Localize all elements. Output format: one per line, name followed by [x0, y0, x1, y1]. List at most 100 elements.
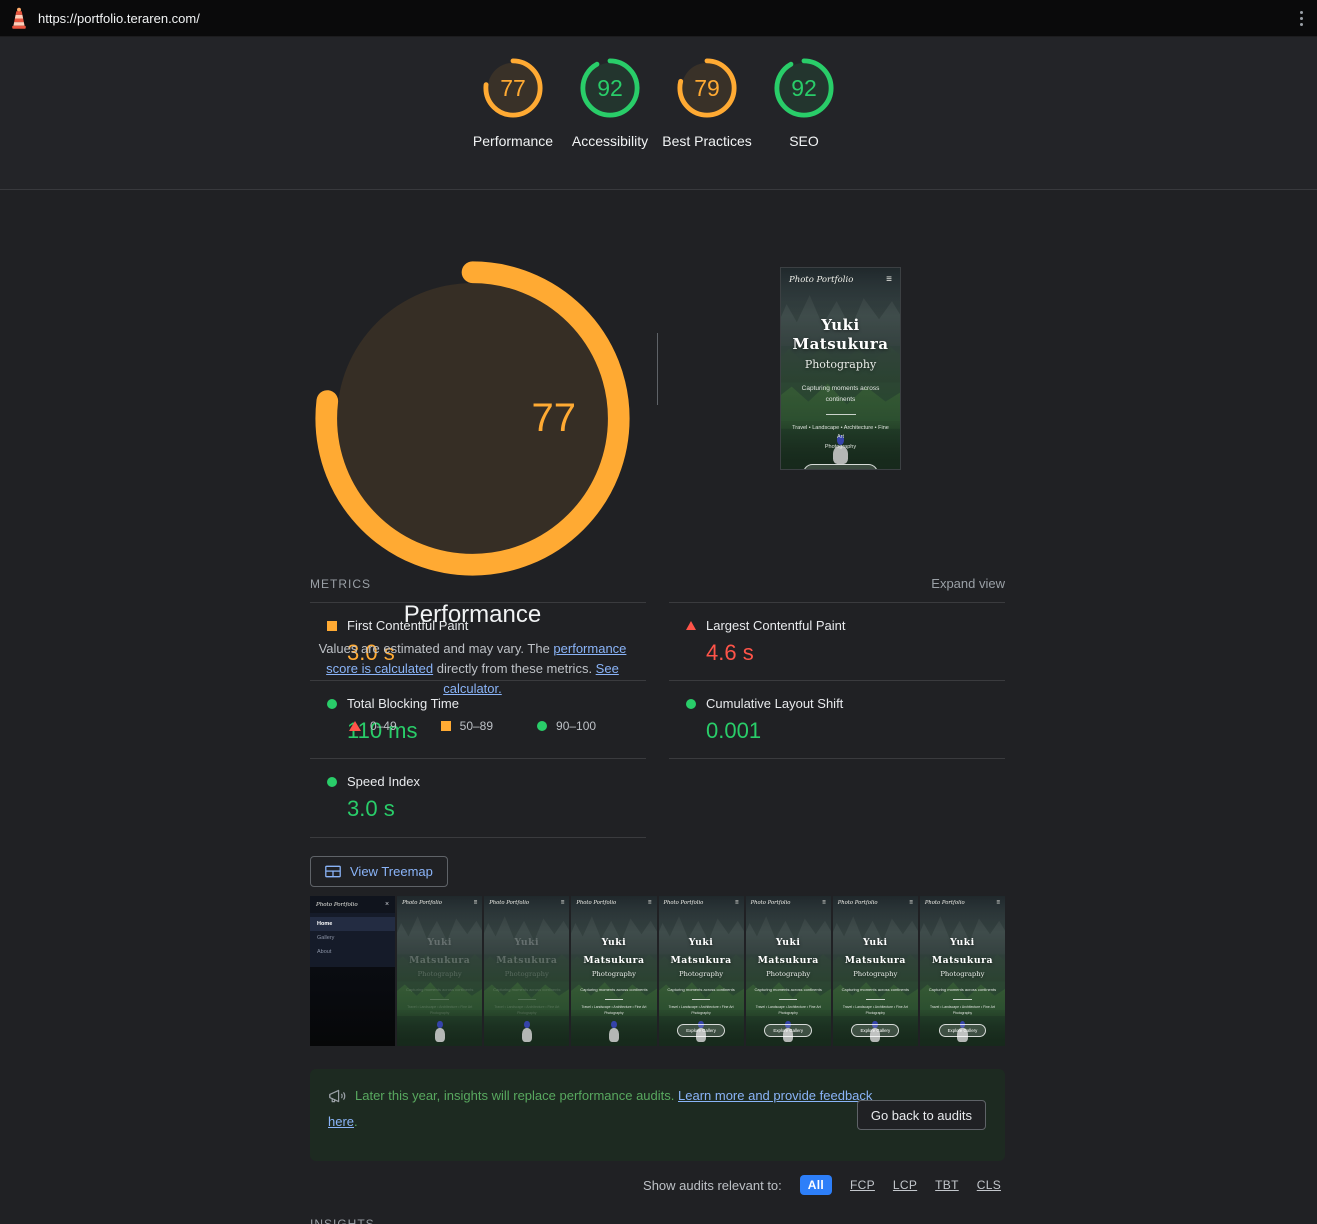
megaphone-icon [328, 1088, 346, 1104]
metric-value: 0.001 [706, 718, 1005, 744]
screenshot-title-line1: Yuki [821, 316, 859, 334]
screenshot-tagline: Capturing moments across continents [920, 987, 1005, 993]
screenshot-hero-content: YukiMatsukura Photography Capturing mome… [484, 932, 569, 1017]
screenshot-subtitle: Photography [397, 970, 482, 978]
expand-view-button[interactable]: Expand view [931, 576, 1005, 591]
go-back-to-audits-button[interactable]: Go back to audits [857, 1100, 986, 1130]
seo-label: SEO [789, 131, 819, 153]
screenshot-hero-content: YukiMatsukura Photography Capturing mome… [833, 932, 918, 1037]
treemap-icon [325, 865, 341, 878]
screenshot-subtitle: Photography [920, 970, 1005, 978]
filter-chip-fcp[interactable]: FCP [850, 1178, 875, 1192]
metric-speed-index: Speed Index 3.0 s [310, 758, 646, 838]
screenshot-categories: Travel • Landscape • Architecture • Fine… [781, 424, 900, 443]
screenshot-site-header: Photo Portfolio ≡ [781, 268, 900, 292]
screenshot-site-header: Photo Portfolio ≡ [397, 896, 482, 911]
legend-good-range: 90–100 [556, 719, 596, 733]
filmstrip-frame-3: Photo Portfolio ≡ YukiMatsukura Photogra… [484, 896, 569, 1046]
filmstrip-frame-2: Photo Portfolio ≡ YukiMatsukura Photogra… [397, 896, 482, 1046]
divider-rule [866, 999, 885, 1000]
screenshot-subtitle: Photography [484, 970, 569, 978]
screenshot-site-logo: Photo Portfolio [789, 275, 853, 285]
screenshot-categories-2: Photography [397, 1011, 482, 1017]
screenshot-nav-about: About [310, 945, 395, 959]
performance-hero-section: 77 Performance Values are estimated and … [310, 190, 1005, 560]
summary-gauge-seo[interactable]: 92 SEO [756, 57, 853, 189]
filter-chip-tbt[interactable]: TBT [935, 1178, 959, 1192]
screenshot-tagline: Capturing moments across continents [746, 987, 831, 993]
score-legend: 0–49 50–89 90–100 [310, 719, 635, 733]
divider-rule [953, 999, 972, 1000]
report-url[interactable]: https://portfolio.teraren.com/ [38, 11, 200, 26]
screenshot-title-line1: Yuki [427, 937, 452, 948]
kebab-menu-icon[interactable] [1298, 9, 1305, 28]
screenshot-title-line1: Yuki [950, 937, 975, 948]
filmstrip-frame-7: Photo Portfolio ≡ YukiMatsukura Photogra… [833, 896, 918, 1046]
portfolio-screenshot: Photo Portfolio ≡ YukiMatsukura Photogra… [484, 896, 569, 1046]
screenshot-site-logo: Photo Portfolio [925, 900, 965, 906]
screenshot-hero-content: YukiMatsukura Photography Capturing mome… [781, 316, 900, 470]
screenshot-categories-2: Photography [781, 443, 900, 452]
metric-cumulative-layout-shift: Cumulative Layout Shift 0.001 [669, 680, 1005, 758]
filter-chip-lcp[interactable]: LCP [893, 1178, 917, 1192]
performance-section-title: Performance [310, 601, 635, 629]
explore-gallery-button-image: Explore Gallery [851, 1024, 899, 1037]
legend-good: 90–100 [537, 719, 596, 733]
screenshot-site-logo: Photo Portfolio [316, 902, 358, 908]
summary-gauge-performance[interactable]: 77 Performance [465, 57, 562, 189]
portfolio-screenshot: Photo Portfolio ≡ YukiMatsukura Photogra… [833, 896, 918, 1046]
hamburger-icon: ≡ [996, 900, 1000, 906]
explore-gallery-button-image: Explore Gallery [764, 1024, 812, 1037]
screenshot-site-logo: Photo Portfolio [838, 900, 878, 906]
big-performance-score: 77 [473, 256, 636, 581]
screenshot-title: YukiMatsukura [496, 937, 557, 966]
score-summary-band: 77 Performance 92 Accessibility [0, 37, 1317, 190]
screenshot-title-line2: Matsukura [758, 955, 819, 966]
screenshot-categories-2: Photography [484, 1011, 569, 1017]
divider-rule [779, 999, 798, 1000]
screenshot-tagline: Capturing moments across continents [397, 987, 482, 993]
triangle-icon [349, 721, 361, 731]
filter-chip-all[interactable]: All [800, 1175, 832, 1195]
screenshot-title: YukiMatsukura [409, 937, 470, 966]
description-text: Values are estimated and may vary. The [319, 641, 554, 656]
explore-gallery-button-image: Explore Gallery [803, 464, 879, 470]
filter-chip-cls[interactable]: CLS [977, 1178, 1001, 1192]
description-text: directly from these metrics. [433, 661, 596, 676]
screenshot-categories-2: Photography [833, 1011, 918, 1017]
screenshot-title-line1: Yuki [602, 937, 627, 948]
metric-name: Cumulative Layout Shift [706, 696, 843, 711]
screenshot-site-logo: Photo Portfolio [576, 900, 616, 906]
screenshot-site-logo: Photo Portfolio [402, 900, 442, 906]
hamburger-icon: ≡ [561, 900, 565, 906]
performance-description: Values are estimated and may vary. The p… [312, 639, 634, 699]
divider-rule [692, 999, 711, 1000]
portfolio-screenshot: Photo Portfolio ≡ YukiMatsukura Photogra… [920, 896, 1005, 1046]
screenshot-title-line2: Matsukura [583, 955, 644, 966]
screenshot-categories-2: Photography [920, 1011, 1005, 1017]
screenshot-tagline: Capturing moments across continents [781, 384, 900, 405]
screenshot-hero-content: YukiMatsukura Photography Capturing mome… [920, 932, 1005, 1037]
screenshot-title: Yuki Matsukura [583, 937, 644, 966]
screenshot-hero-content: YukiMatsukura Photography Capturing mome… [659, 932, 744, 1037]
screenshot-title: YukiMatsukura [845, 937, 906, 966]
screenshot-nav-list: Home Gallery About [310, 913, 395, 967]
screenshot-menu-header: Photo Portfolio × [310, 896, 395, 913]
view-treemap-button[interactable]: View Treemap [310, 856, 448, 887]
screenshot-site-logo: Photo Portfolio [663, 900, 703, 906]
divider-rule [605, 999, 624, 1000]
filmstrip-frame-1: Photo Portfolio × Home Gallery About [310, 896, 395, 1046]
screenshot-tagline: Capturing moments across continents [571, 987, 656, 993]
vertical-divider [657, 333, 658, 405]
screenshot-site-header: Photo Portfolio ≡ [833, 896, 918, 911]
screenshot-title-line2: Matsukura [845, 955, 906, 966]
screenshot-title-line1: Yuki [776, 937, 801, 948]
hamburger-icon: ≡ [474, 900, 478, 906]
explore-gallery-button-image: Explore Gallery [677, 1024, 725, 1037]
top-bar: https://portfolio.teraren.com/ [0, 0, 1317, 37]
accessibility-label: Accessibility [572, 131, 648, 153]
legend-poor: 0–49 [349, 719, 397, 733]
performance-label: Performance [473, 131, 553, 153]
summary-gauge-best-practices[interactable]: 79 Best Practices [659, 57, 756, 189]
summary-gauge-accessibility[interactable]: 92 Accessibility [562, 57, 659, 189]
